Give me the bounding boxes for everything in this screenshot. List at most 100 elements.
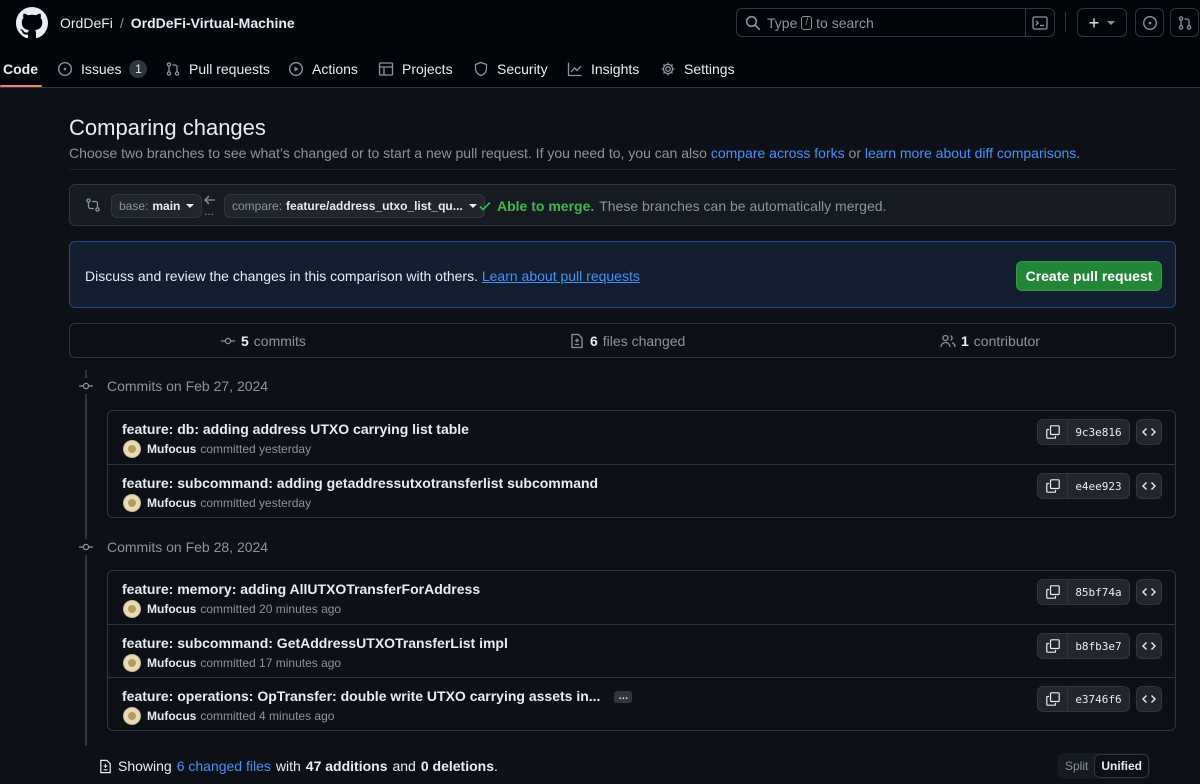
- base-branch-selector[interactable]: base: main: [111, 194, 203, 218]
- subtitle-end: .: [1076, 145, 1081, 161]
- and-label: and: [392, 758, 416, 774]
- diff-comparisons-link[interactable]: learn more about diff comparisons: [865, 145, 1076, 161]
- title-divider: [69, 169, 1176, 170]
- flash-message: Discuss and review the changes in this c…: [85, 267, 640, 285]
- avatar[interactable]: [123, 654, 141, 672]
- copy-icon[interactable]: [1038, 687, 1068, 711]
- page-title: Comparing changes: [69, 115, 266, 140]
- commit-author[interactable]: Mufocus: [147, 601, 196, 617]
- commit-message-link[interactable]: feature: operations: OpTransfer: double …: [122, 688, 600, 704]
- compare-prefix: compare:: [232, 199, 283, 213]
- contributors-number: 1: [961, 332, 969, 349]
- page-subtitle: Choose two branches to see what’s change…: [69, 144, 1080, 162]
- app-header: OrdDeFi / OrdDeFi-Virtual-Machine Type /…: [0, 0, 1200, 88]
- tab-actions[interactable]: Actions: [288, 50, 358, 88]
- compare-branch-selector[interactable]: compare: feature/address_utxo_list_qu...: [224, 194, 485, 218]
- command-palette-icon[interactable]: [1025, 9, 1054, 36]
- issue-opened-icon: [1142, 15, 1158, 31]
- commit-icon: [220, 333, 236, 349]
- commit-message-link[interactable]: feature: db: adding address UTXO carryin…: [122, 420, 469, 438]
- pull-request-icon: [165, 61, 181, 77]
- search-shortcut-key: /: [801, 15, 813, 30]
- tab-security[interactable]: Security: [473, 50, 548, 88]
- commit-group-heading: Commits on Feb 28, 2024: [78, 537, 268, 557]
- commit-message: feature: operations: OpTransfer: double …: [122, 687, 633, 705]
- tab-security-label: Security: [497, 61, 548, 77]
- timeline-line: [85, 370, 87, 746]
- tab-code[interactable]: Code: [3, 50, 38, 88]
- commit-sha-link[interactable]: 85bf74a: [1068, 580, 1129, 604]
- avatar[interactable]: [123, 494, 141, 512]
- files-changed-count[interactable]: 6 files changed: [569, 324, 685, 357]
- browse-code-icon[interactable]: [1136, 473, 1162, 499]
- tab-actions-label: Actions: [312, 61, 358, 77]
- search-input[interactable]: Type / to search: [736, 8, 1055, 37]
- github-logo-icon[interactable]: [16, 7, 48, 39]
- active-tab-indicator: [0, 85, 42, 87]
- search-icon: [745, 15, 761, 31]
- repo-name-link[interactable]: OrdDeFi-Virtual-Machine: [131, 14, 295, 32]
- split-view-button[interactable]: Split: [1059, 754, 1094, 778]
- commit-author[interactable]: Mufocus: [147, 655, 196, 671]
- commit-sha-link[interactable]: 9c3e816: [1068, 420, 1129, 444]
- browse-code-icon[interactable]: [1136, 686, 1162, 712]
- tab-issues[interactable]: Issues 1: [57, 50, 148, 88]
- issues-shortcut-button[interactable]: [1135, 8, 1164, 37]
- commit-author[interactable]: Mufocus: [147, 495, 196, 511]
- table-icon: [378, 61, 394, 77]
- commit-meta: Mufocus committed yesterday: [123, 494, 311, 512]
- contributors-label: contributor: [973, 332, 1040, 349]
- compare-branch-name: feature/address_utxo_list_qu...: [286, 199, 463, 213]
- pull-requests-shortcut-button[interactable]: [1170, 8, 1199, 37]
- issues-count-badge: 1: [129, 60, 148, 78]
- base-branch-name: main: [152, 199, 181, 213]
- learn-about-pull-requests-link[interactable]: Learn about pull requests: [482, 268, 640, 284]
- create-pull-request-button[interactable]: Create pull request: [1016, 261, 1162, 291]
- copy-icon[interactable]: [1038, 420, 1068, 444]
- unified-view-button[interactable]: Unified: [1094, 754, 1150, 778]
- avatar[interactable]: [123, 440, 141, 458]
- commit-row: feature: operations: OpTransfer: double …: [108, 677, 1175, 730]
- browse-code-icon[interactable]: [1136, 633, 1162, 659]
- commit-action: committed: [200, 496, 256, 510]
- tab-settings[interactable]: Settings: [660, 50, 735, 88]
- commit-message-link[interactable]: feature: subcommand: GetAddressUTXOTrans…: [122, 634, 508, 652]
- shield-icon: [473, 61, 489, 77]
- commits-count[interactable]: 5 commits: [220, 324, 306, 357]
- file-diff-icon: [569, 333, 585, 349]
- commit-message-link[interactable]: feature: subcommand: adding getaddressut…: [122, 474, 598, 492]
- commit-time: yesterday: [259, 496, 312, 510]
- avatar[interactable]: [123, 600, 141, 618]
- chevron-down-icon: [186, 204, 195, 208]
- tab-issues-label: Issues: [81, 61, 122, 77]
- tab-projects[interactable]: Projects: [378, 50, 453, 88]
- repo-owner-link[interactable]: OrdDeFi: [60, 14, 113, 32]
- commit-message-link[interactable]: feature: memory: adding AllUTXOTransferF…: [122, 580, 480, 598]
- commit-author[interactable]: Mufocus: [147, 441, 196, 457]
- compare-across-forks-link[interactable]: compare across forks: [711, 145, 845, 161]
- tab-insights[interactable]: Insights: [567, 50, 639, 88]
- changed-files-link[interactable]: 6 changed files: [177, 758, 271, 774]
- repo-nav-tabs: Code Issues 1 Pull requests Actions Proj…: [0, 50, 1200, 88]
- copy-icon[interactable]: [1038, 474, 1068, 498]
- copy-icon[interactable]: [1038, 634, 1068, 658]
- browse-code-icon[interactable]: [1136, 579, 1162, 605]
- expand-message-button[interactable]: …: [614, 691, 633, 704]
- commit-action: committed: [200, 656, 256, 670]
- commit-sha-group: 85bf74a: [1037, 579, 1130, 605]
- tab-settings-label: Settings: [684, 61, 735, 77]
- commit-sha-link[interactable]: e3746f6: [1068, 687, 1129, 711]
- commit-meta: Mufocus committed yesterday: [123, 440, 311, 458]
- commit-author[interactable]: Mufocus: [147, 708, 196, 724]
- tab-pull-requests[interactable]: Pull requests: [165, 50, 270, 88]
- search-placeholder-prefix: Type: [767, 14, 798, 31]
- commit-sha-link[interactable]: b8fb3e7: [1068, 634, 1129, 658]
- commit-sha-link[interactable]: e4ee923: [1068, 474, 1129, 498]
- commit-action: committed: [200, 602, 256, 616]
- diff-view-toggle: Split Unified: [1058, 753, 1151, 779]
- contributors-count[interactable]: 1 contributor: [940, 324, 1040, 357]
- copy-icon[interactable]: [1038, 580, 1068, 604]
- browse-code-icon[interactable]: [1136, 419, 1162, 445]
- avatar[interactable]: [123, 707, 141, 725]
- create-new-button[interactable]: +: [1077, 8, 1127, 37]
